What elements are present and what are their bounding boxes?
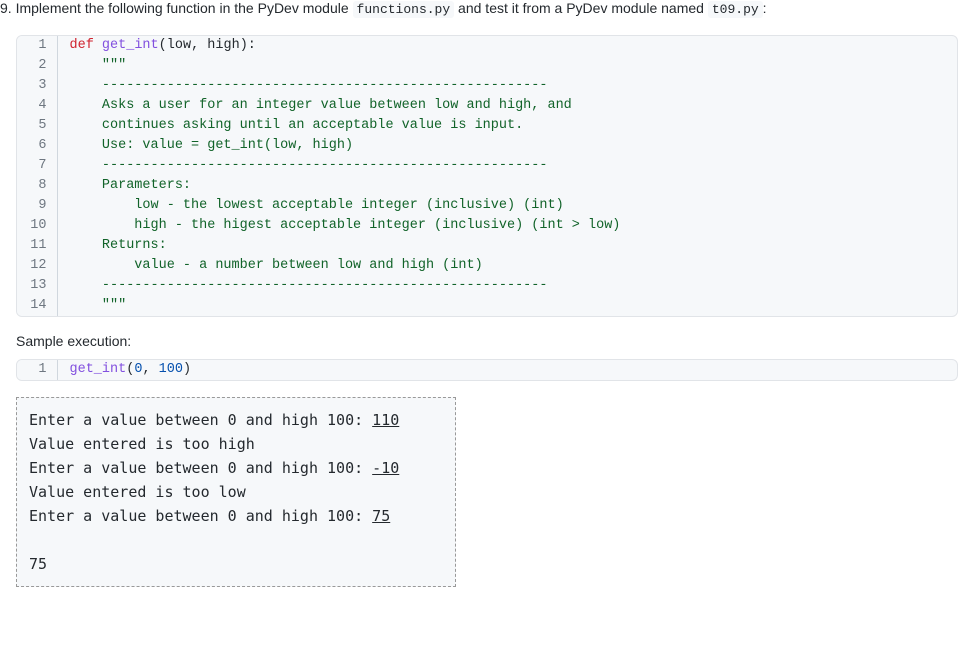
output-line [29, 528, 443, 552]
code-line: ----------------------------------------… [57, 276, 957, 296]
line-number: 2 [17, 56, 57, 76]
output-line: 75 [29, 552, 443, 576]
line-number: 1 [17, 360, 57, 380]
code-line: high - the higest acceptable integer (in… [57, 216, 957, 236]
line-number: 4 [17, 96, 57, 116]
code-inline-1: functions.py [353, 1, 455, 18]
code-line: low - the lowest acceptable integer (inc… [57, 196, 957, 216]
user-input: -10 [372, 459, 399, 477]
output-line: Value entered is too low [29, 480, 443, 504]
line-number: 9 [17, 196, 57, 216]
code-line: ----------------------------------------… [57, 156, 957, 176]
line-number: 11 [17, 236, 57, 256]
code-line: value - a number between low and high (i… [57, 256, 957, 276]
line-number: 12 [17, 256, 57, 276]
question-text: 9. Implement the following function in t… [0, 0, 974, 25]
line-number: 7 [17, 156, 57, 176]
line-number: 10 [17, 216, 57, 236]
line-number: 1 [17, 36, 57, 56]
code-line: Use: value = get_int(low, high) [57, 136, 957, 156]
output-prompt: Value entered is too low [29, 483, 246, 501]
output-prompt: 75 [29, 555, 47, 573]
code-line: ----------------------------------------… [57, 76, 957, 96]
question-number: 9. [0, 0, 12, 16]
code-line: continues asking until an acceptable val… [57, 116, 957, 136]
output-box: Enter a value between 0 and high 100: 11… [16, 397, 456, 587]
line-number: 14 [17, 296, 57, 316]
output-prompt: Enter a value between 0 and high 100: [29, 507, 372, 525]
code-line: Asks a user for an integer value between… [57, 96, 957, 116]
output-prompt: Value entered is too high [29, 435, 255, 453]
code-line: def get_int(low, high): [57, 36, 957, 56]
code-inline-2: t09.py [708, 1, 763, 18]
code-block-function-def: 1def get_int(low, high):2 """3 ---------… [16, 35, 958, 317]
output-line: Enter a value between 0 and high 100: -1… [29, 456, 443, 480]
output-line: Value entered is too high [29, 432, 443, 456]
line-number: 3 [17, 76, 57, 96]
output-prompt: Enter a value between 0 and high 100: [29, 459, 372, 477]
code-line: get_int(0, 100) [57, 360, 957, 380]
user-input: 110 [372, 411, 399, 429]
code-table: 1get_int(0, 100) [17, 360, 957, 380]
code-line: """ [57, 296, 957, 316]
output-line: Enter a value between 0 and high 100: 11… [29, 408, 443, 432]
code-line: Returns: [57, 236, 957, 256]
output-prompt: Enter a value between 0 and high 100: [29, 411, 372, 429]
user-input: 75 [372, 507, 390, 525]
question-part1: Implement the following function in the … [16, 0, 353, 16]
line-number: 8 [17, 176, 57, 196]
line-number: 6 [17, 136, 57, 156]
line-number: 5 [17, 116, 57, 136]
question-part2: and test it from a PyDev module named [454, 0, 708, 16]
code-table: 1def get_int(low, high):2 """3 ---------… [17, 36, 957, 316]
sample-execution-label: Sample execution: [16, 333, 958, 349]
output-line: Enter a value between 0 and high 100: 75 [29, 504, 443, 528]
code-line: Parameters: [57, 176, 957, 196]
code-line: """ [57, 56, 957, 76]
line-number: 13 [17, 276, 57, 296]
code-block-sample-call: 1get_int(0, 100) [16, 359, 958, 381]
question-part3: : [763, 0, 767, 16]
